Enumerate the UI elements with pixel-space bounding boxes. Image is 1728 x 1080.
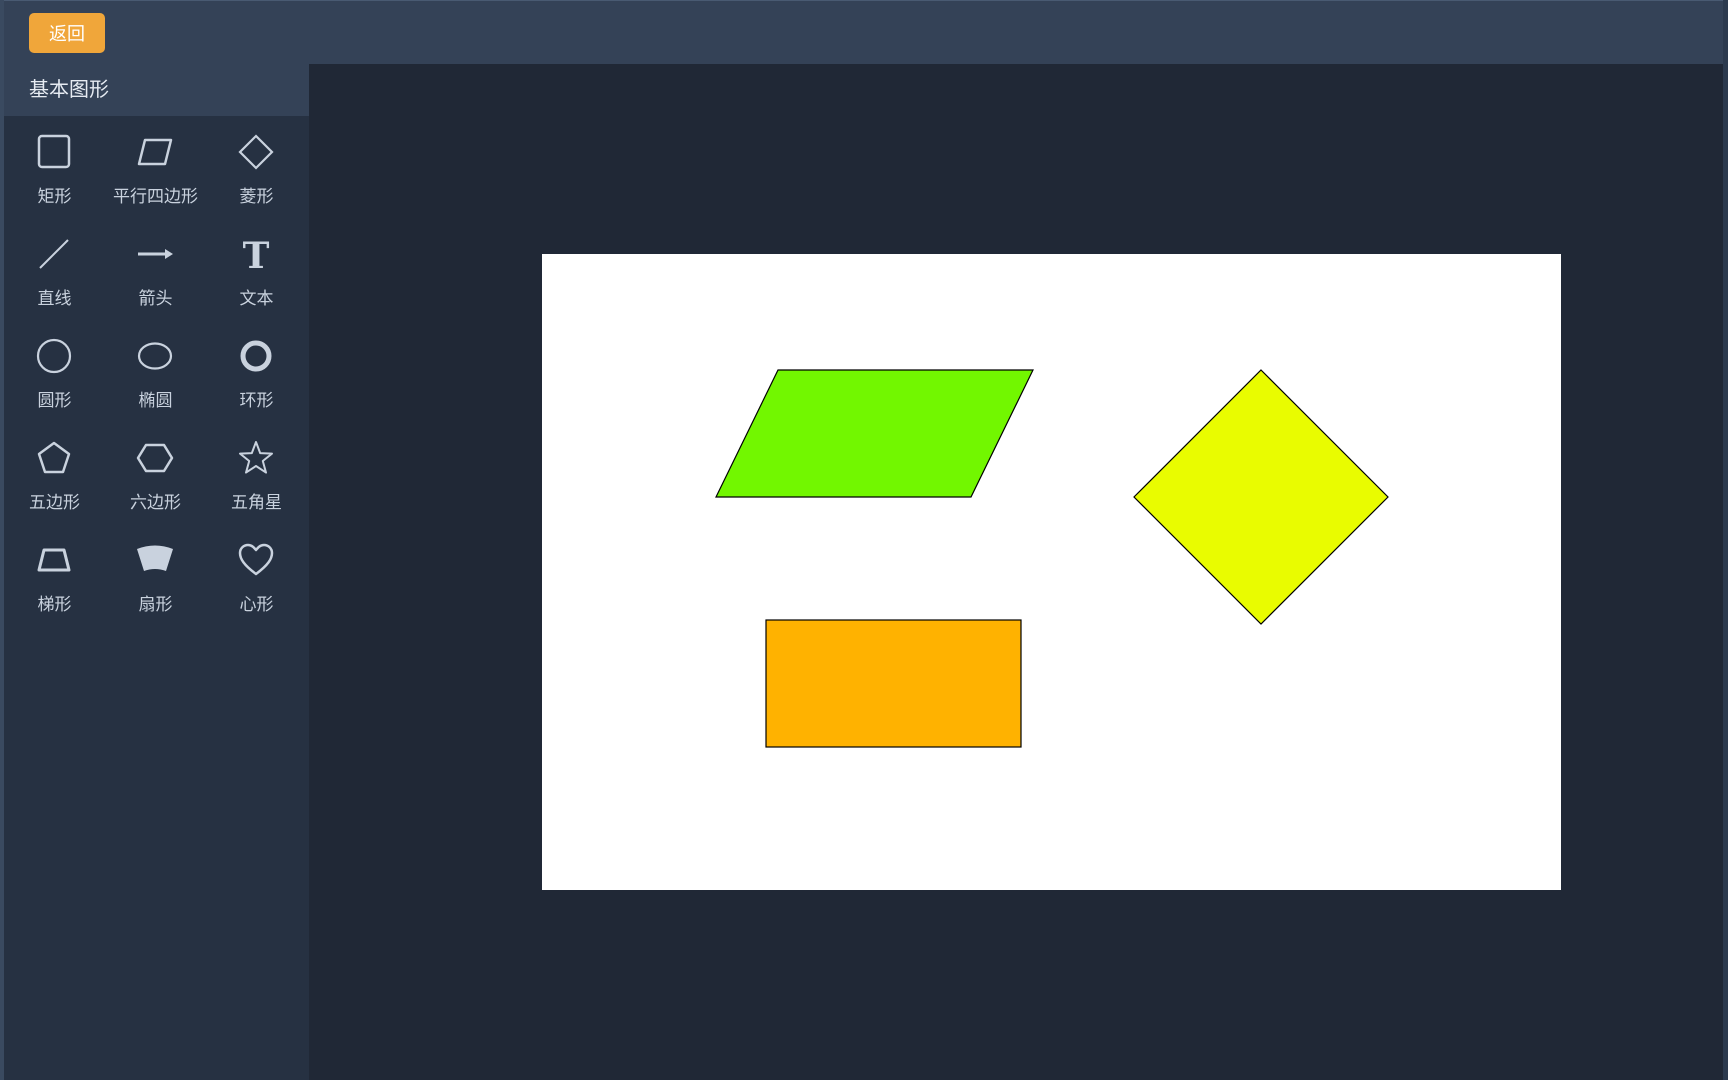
hexagon-icon	[135, 438, 175, 478]
canvas-rectangle[interactable]	[765, 619, 1022, 748]
canvas-svg	[715, 369, 1389, 748]
canvas-parallelogram[interactable]	[715, 369, 1034, 498]
shape-item-pentagon[interactable]: 五边形	[4, 432, 105, 528]
svg-text:T: T	[243, 235, 270, 274]
shape-item-hexagon[interactable]: 六边形	[105, 432, 206, 528]
shape-label: 菱形	[239, 187, 274, 206]
shape-label: 五边形	[29, 493, 80, 512]
parallelogram-icon	[135, 132, 175, 172]
shape-label: 椭圆	[138, 391, 173, 410]
shape-label: 梯形	[37, 595, 72, 614]
circle-icon	[34, 336, 74, 376]
star-icon	[236, 438, 276, 478]
sidebar-title: 基本图形	[4, 64, 309, 116]
trapezoid-icon	[34, 540, 74, 580]
shape-label: 五角星	[231, 493, 282, 512]
back-button[interactable]: 返回	[29, 13, 105, 53]
drawing-canvas[interactable]	[542, 254, 1561, 890]
shape-item-ring[interactable]: 环形	[206, 330, 307, 426]
sector-icon	[135, 540, 175, 580]
ellipse-icon	[135, 336, 175, 376]
rhombus-icon	[236, 132, 276, 172]
shape-item-trapezoid[interactable]: 梯形	[4, 534, 105, 630]
arrow-icon	[135, 234, 175, 274]
shape-item-text[interactable]: T 文本	[206, 228, 307, 324]
shape-label: 平行四边形	[113, 187, 198, 206]
ring-icon	[236, 336, 276, 376]
shape-item-rectangle[interactable]: 矩形	[4, 126, 105, 222]
shape-item-circle[interactable]: 圆形	[4, 330, 105, 426]
app-window: 返回 基本图形 矩形 平行四边形 菱形 直线 箭头 T 文本 圆形 椭圆 环形 …	[0, 0, 1728, 1080]
heart-icon	[236, 540, 276, 580]
shape-label: 文本	[239, 289, 274, 308]
pentagon-icon	[34, 438, 74, 478]
shape-label: 扇形	[138, 595, 173, 614]
shape-label: 矩形	[37, 187, 72, 206]
top-toolbar: 返回	[4, 0, 1723, 64]
shape-sidebar: 基本图形 矩形 平行四边形 菱形 直线 箭头 T 文本 圆形 椭圆 环形 五边形…	[4, 64, 309, 1080]
shape-item-sector[interactable]: 扇形	[105, 534, 206, 630]
line-icon	[34, 234, 74, 274]
shape-item-parallelogram[interactable]: 平行四边形	[105, 126, 206, 222]
shape-item-line[interactable]: 直线	[4, 228, 105, 324]
shape-label: 心形	[239, 595, 274, 614]
shape-label: 环形	[239, 391, 274, 410]
shape-item-arrow[interactable]: 箭头	[105, 228, 206, 324]
window-right-edge	[1723, 0, 1728, 1080]
text-icon: T	[236, 234, 276, 274]
shape-item-star[interactable]: 五角星	[206, 432, 307, 528]
shape-label: 六边形	[130, 493, 181, 512]
shape-label: 圆形	[37, 391, 72, 410]
shape-item-rhombus[interactable]: 菱形	[206, 126, 307, 222]
shape-item-ellipse[interactable]: 椭圆	[105, 330, 206, 426]
shape-item-heart[interactable]: 心形	[206, 534, 307, 630]
canvas-rhombus[interactable]	[1133, 369, 1389, 625]
rectangle-icon	[34, 132, 74, 172]
shape-label: 箭头	[138, 289, 173, 308]
shape-label: 直线	[37, 289, 72, 308]
